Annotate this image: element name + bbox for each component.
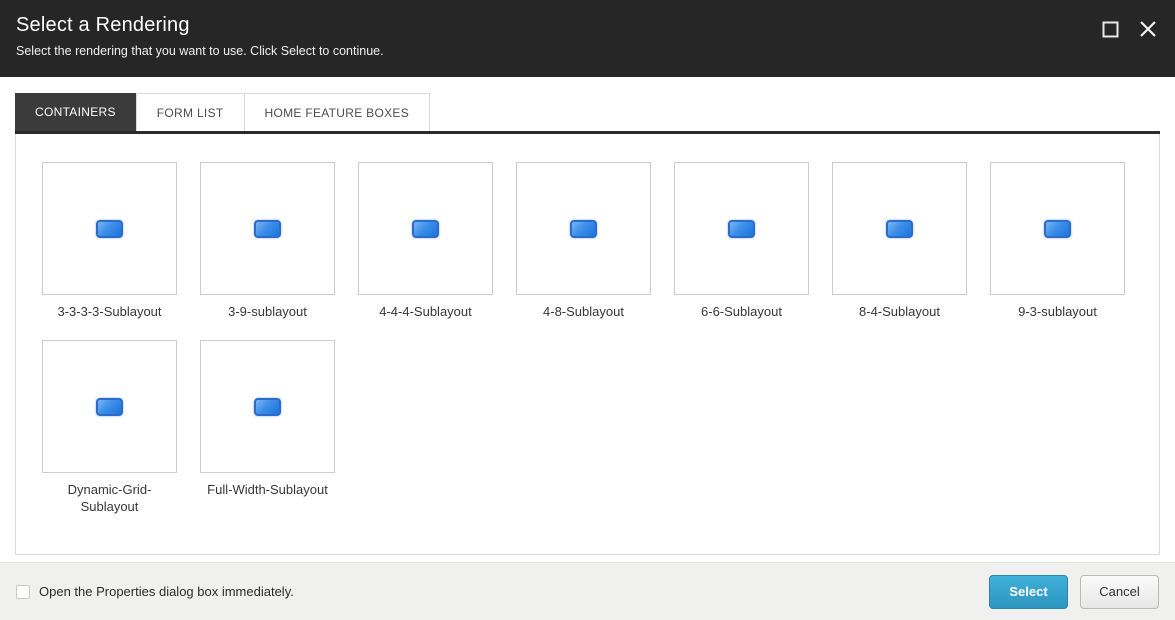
rendering-item[interactable]: Dynamic-Grid-Sublayout — [42, 340, 177, 515]
rendering-thumbnail — [674, 162, 809, 295]
rendering-item[interactable]: 3-3-3-3-Sublayout — [42, 162, 177, 320]
footer-buttons: Select Cancel — [989, 574, 1159, 609]
dialog-header: Select a Rendering Select the rendering … — [0, 0, 1175, 77]
close-icon — [1139, 20, 1157, 38]
maximize-button[interactable] — [1099, 18, 1121, 40]
rendering-label: 3-3-3-3-Sublayout — [57, 304, 162, 319]
maximize-icon — [1102, 21, 1119, 38]
rendering-thumbnail — [516, 162, 651, 295]
sublayout-icon — [254, 397, 281, 416]
sublayout-icon — [96, 397, 123, 416]
rendering-item[interactable]: 3-9-sublayout — [200, 162, 335, 320]
sublayout-icon — [96, 219, 123, 238]
close-button[interactable] — [1137, 18, 1159, 40]
rendering-label: 4-4-4-Sublayout — [379, 304, 472, 319]
rendering-label: 3-9-sublayout — [228, 304, 307, 319]
rendering-item[interactable]: 4-8-Sublayout — [516, 162, 651, 320]
rendering-thumbnail — [990, 162, 1125, 295]
sublayout-icon — [728, 219, 755, 238]
rendering-item[interactable]: Full-Width-Sublayout — [200, 340, 335, 498]
tab-containers[interactable]: CONTAINERS — [15, 93, 136, 131]
dialog-footer: Open the Properties dialog box immediate… — [0, 562, 1175, 620]
rendering-label: Dynamic-Grid-Sublayout — [67, 482, 152, 514]
select-button[interactable]: Select — [989, 574, 1068, 609]
page-title: Select a Rendering — [16, 14, 190, 36]
properties-checkbox[interactable] — [16, 584, 30, 599]
properties-checkbox-label: Open the Properties dialog box immediate… — [39, 584, 294, 599]
rendering-thumbnail — [42, 162, 177, 295]
tab-bar: CONTAINERS FORM LIST HOME FEATURE BOXES — [15, 93, 1160, 134]
rendering-label: 9-3-sublayout — [1018, 304, 1097, 319]
rendering-label: Full-Width-Sublayout — [207, 482, 328, 498]
rendering-label: 8-4-Sublayout — [859, 304, 940, 319]
rendering-item[interactable]: 4-4-4-Sublayout — [358, 162, 493, 320]
cancel-button[interactable]: Cancel — [1080, 574, 1159, 609]
rendering-thumbnail — [832, 162, 967, 295]
rendering-item[interactable]: 8-4-Sublayout — [832, 162, 967, 320]
rendering-item[interactable]: 9-3-sublayout — [990, 162, 1125, 320]
page-subtitle: Select the rendering that you want to us… — [16, 44, 384, 58]
renderings-grid: 3-3-3-3-Sublayout 3-9-sublayout 4-4-4-Su… — [42, 162, 1133, 515]
sublayout-icon — [1044, 219, 1071, 238]
sublayout-icon — [570, 219, 597, 238]
rendering-thumbnail — [42, 340, 177, 474]
sublayout-icon — [412, 219, 439, 238]
rendering-thumbnail — [200, 162, 335, 295]
tab-form-list[interactable]: FORM LIST — [135, 93, 245, 131]
window-controls — [1099, 18, 1159, 40]
sublayout-icon — [886, 219, 913, 238]
rendering-thumbnail — [200, 340, 335, 474]
properties-checkbox-group: Open the Properties dialog box immediate… — [16, 584, 294, 599]
tab-home-feature-boxes[interactable]: HOME FEATURE BOXES — [244, 93, 431, 131]
rendering-thumbnail — [358, 162, 493, 295]
rendering-item[interactable]: 6-6-Sublayout — [674, 162, 809, 320]
sublayout-icon — [254, 219, 281, 238]
rendering-label: 4-8-Sublayout — [543, 304, 624, 319]
renderings-panel: 3-3-3-3-Sublayout 3-9-sublayout 4-4-4-Su… — [15, 134, 1160, 555]
rendering-label: 6-6-Sublayout — [701, 304, 782, 319]
